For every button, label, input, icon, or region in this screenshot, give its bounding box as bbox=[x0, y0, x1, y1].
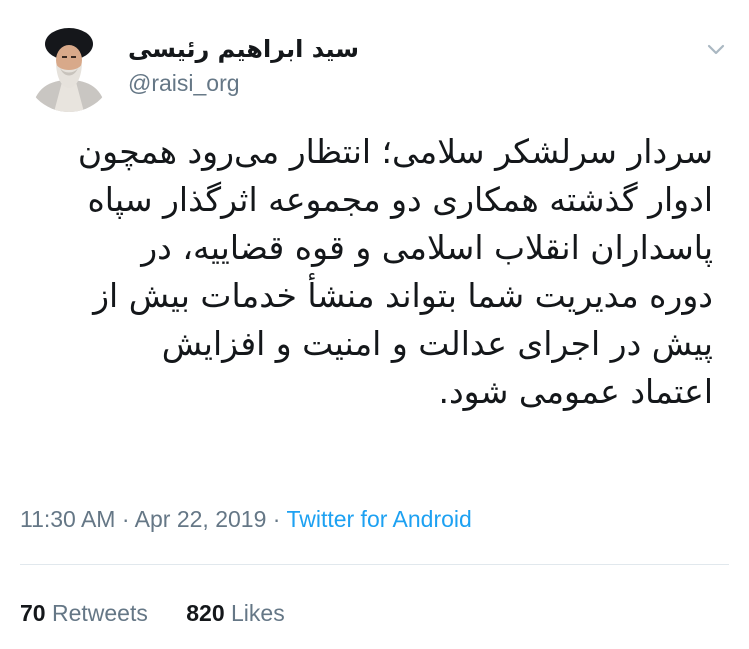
retweets-count: 70 bbox=[20, 600, 46, 626]
likes-count: 820 bbox=[186, 600, 225, 626]
tweet-card: سید ابراهیم رئیسی @raisi_org سردار سرلشک… bbox=[0, 0, 749, 649]
author-handle[interactable]: @raisi_org bbox=[128, 68, 359, 98]
tweet-stats: 70 Retweets 820 Likes bbox=[20, 597, 285, 629]
tweet-header: سید ابراهیم رئیسی @raisi_org bbox=[24, 22, 719, 112]
tweet-text-line: سردار سرلشکر سلامی؛ انتظار می‌رود همچون bbox=[77, 132, 713, 171]
tweet-text: سردار سرلشکر سلامی؛ انتظار می‌رود همچون … bbox=[23, 128, 713, 416]
divider bbox=[20, 564, 729, 565]
tweet-time[interactable]: 11:30 AM bbox=[20, 506, 115, 532]
tweet-source-link[interactable]: Twitter for Android bbox=[286, 506, 471, 532]
likes-stat[interactable]: 820 Likes bbox=[186, 600, 284, 626]
tweet-text-line: ادوار گذشته همکاری دو مجموعه اثرگذار سپا… bbox=[87, 180, 713, 219]
author-display-name[interactable]: سید ابراهیم رئیسی bbox=[128, 34, 359, 64]
tweet-meta: 11:30 AM · Apr 22, 2019 · Twitter for An… bbox=[20, 504, 472, 534]
retweets-stat[interactable]: 70 Retweets bbox=[20, 600, 148, 626]
author-names: سید ابراهیم رئیسی @raisi_org bbox=[128, 34, 359, 98]
tweet-text-line: پاسداران انقلاب اسلامی و قوه قضاییه، در bbox=[141, 228, 713, 267]
meta-separator: · bbox=[272, 506, 281, 532]
avatar[interactable] bbox=[24, 22, 114, 112]
meta-separator: · bbox=[121, 506, 130, 532]
likes-label: Likes bbox=[231, 600, 285, 626]
tweet-text-line: اعتماد عمومی شود. bbox=[438, 372, 713, 411]
tweet-text-line: دوره مدیریت شما بتواند منشأ خدمات بیش از bbox=[93, 276, 713, 315]
retweets-label: Retweets bbox=[51, 600, 148, 626]
tweet-text-line: پیش در اجرای عدالت و امنیت و افزایش bbox=[161, 324, 713, 363]
tweet-date[interactable]: Apr 22, 2019 bbox=[135, 506, 267, 532]
